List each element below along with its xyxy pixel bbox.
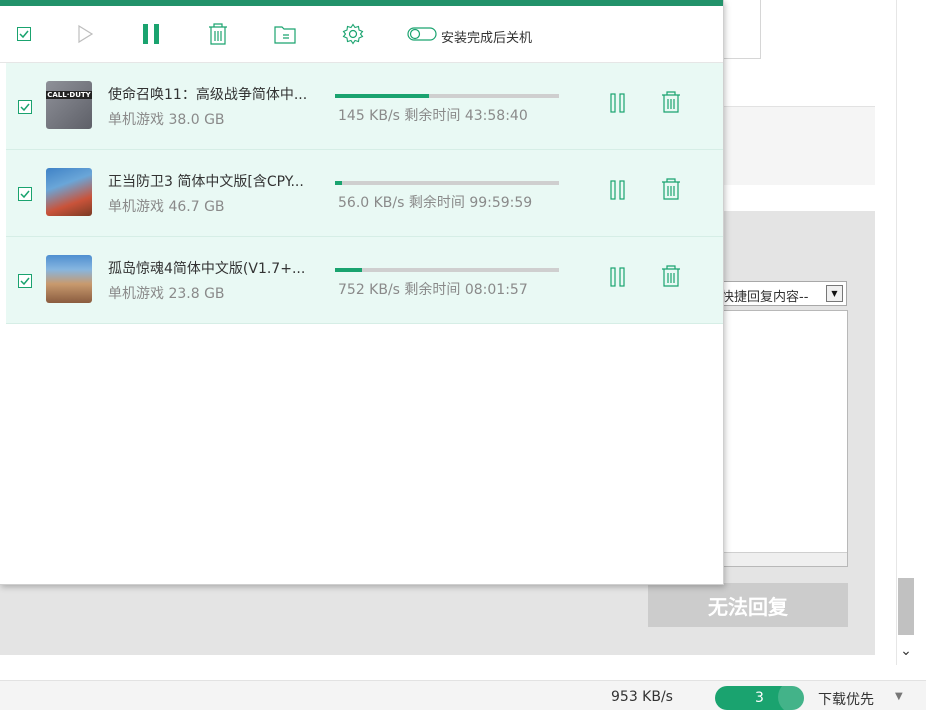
pause-icon bbox=[610, 180, 625, 200]
progress-bar bbox=[335, 94, 559, 98]
download-title: 正当防卫3 简体中文版[含CPY... bbox=[108, 174, 304, 190]
status-bar: 953 KB/s 3 下载优先 ▼ bbox=[0, 680, 926, 710]
folder-icon bbox=[274, 26, 296, 44]
pause-button[interactable] bbox=[610, 267, 626, 291]
total-speed: 953 KB/s bbox=[611, 689, 673, 705]
game-thumbnail bbox=[46, 255, 92, 303]
checkbox-icon bbox=[18, 274, 32, 288]
reply-textarea[interactable] bbox=[712, 310, 848, 567]
background-box bbox=[722, 0, 761, 59]
shutdown-label: 安装完成后关机 bbox=[441, 31, 533, 46]
pause-icon bbox=[143, 24, 159, 44]
item-checkbox[interactable] bbox=[18, 100, 32, 118]
horizontal-scrollbar[interactable] bbox=[713, 552, 847, 566]
pause-button[interactable] bbox=[610, 93, 626, 117]
scroll-down-icon[interactable]: ⌄ bbox=[896, 640, 916, 662]
item-checkbox[interactable] bbox=[18, 187, 32, 205]
chevron-down-icon[interactable]: ▼ bbox=[895, 691, 903, 702]
thumbnail-logo: CALL·DUTY bbox=[46, 91, 92, 99]
toggle-icon bbox=[407, 27, 437, 41]
game-thumbnail: CALL·DUTY bbox=[46, 81, 92, 129]
download-item[interactable]: 正当防卫3 简体中文版[含CPY... 单机游戏 46.7 GB 56.0 KB… bbox=[6, 150, 723, 237]
delete-button[interactable] bbox=[661, 265, 681, 291]
play-icon bbox=[78, 24, 94, 44]
page-scrollbar[interactable] bbox=[896, 0, 917, 665]
divider bbox=[722, 106, 875, 107]
progress-fill bbox=[335, 181, 342, 185]
select-all-checkbox[interactable] bbox=[15, 20, 33, 48]
open-folder-button[interactable] bbox=[274, 20, 296, 48]
download-item[interactable]: CALL·DUTY 使命召唤11：高级战争简体中... 单机游戏 38.0 GB… bbox=[6, 63, 723, 150]
pause-icon bbox=[610, 267, 625, 287]
download-title: 孤岛惊魂4简体中文版(V1.7+... bbox=[108, 261, 306, 277]
scroll-up-icon[interactable]: ⌃ bbox=[896, 0, 916, 5]
chevron-down-icon[interactable]: ▼ bbox=[826, 285, 843, 302]
active-downloads-count: 3 bbox=[755, 690, 764, 706]
priority-dropdown-label[interactable]: 下载优先 bbox=[818, 689, 874, 709]
trash-icon bbox=[209, 23, 227, 45]
trash-icon bbox=[662, 265, 680, 287]
download-list: CALL·DUTY 使命召唤11：高级战争简体中... 单机游戏 38.0 GB… bbox=[6, 63, 723, 324]
download-status: 145 KB/s 剩余时间 43:58:40 bbox=[338, 108, 528, 124]
progress-bar bbox=[335, 181, 559, 185]
download-title: 使命召唤11：高级战争简体中... bbox=[108, 87, 308, 103]
checkbox-icon bbox=[17, 27, 31, 41]
start-all-button[interactable] bbox=[74, 20, 96, 48]
download-item[interactable]: 孤岛惊魂4简体中文版(V1.7+... 单机游戏 23.8 GB 752 KB/… bbox=[6, 237, 723, 324]
game-thumbnail bbox=[46, 168, 92, 216]
scrollbar-thumb[interactable] bbox=[898, 578, 914, 635]
reply-button: 无法回复 bbox=[648, 583, 848, 627]
delete-button[interactable] bbox=[661, 91, 681, 117]
progress-fill bbox=[335, 94, 430, 98]
download-status: 752 KB/s 剩余时间 08:01:57 bbox=[338, 282, 528, 298]
trash-icon bbox=[662, 91, 680, 113]
download-category-size: 单机游戏 46.7 GB bbox=[108, 199, 225, 215]
progress-bar bbox=[335, 268, 559, 272]
settings-button[interactable] bbox=[342, 20, 364, 48]
trash-icon bbox=[662, 178, 680, 200]
pause-all-button[interactable] bbox=[140, 20, 162, 48]
gear-icon bbox=[342, 23, 364, 45]
download-manager-popup: 安装完成后关机 CALL·DUTY 使命召唤11：高级战争简体中... 单机游戏… bbox=[0, 0, 724, 585]
quick-reply-select-value: 快捷回复内容-- bbox=[721, 290, 809, 305]
active-downloads-badge[interactable]: 3 bbox=[715, 686, 804, 710]
download-category-size: 单机游戏 38.0 GB bbox=[108, 112, 225, 128]
quick-reply-select[interactable]: 快捷回复内容-- ▼ bbox=[712, 281, 847, 306]
progress-fill bbox=[335, 268, 362, 272]
pause-icon bbox=[610, 93, 625, 113]
download-status: 56.0 KB/s 剩余时间 99:59:59 bbox=[338, 195, 533, 211]
delete-all-button[interactable] bbox=[207, 20, 229, 48]
pause-button[interactable] bbox=[610, 180, 626, 204]
item-checkbox[interactable] bbox=[18, 274, 32, 292]
delete-button[interactable] bbox=[661, 178, 681, 204]
checkbox-icon bbox=[18, 100, 32, 114]
download-category-size: 单机游戏 23.8 GB bbox=[108, 286, 225, 302]
download-toolbar: 安装完成后关机 bbox=[0, 6, 723, 63]
checkbox-icon bbox=[18, 187, 32, 201]
shutdown-toggle[interactable] bbox=[407, 20, 437, 48]
